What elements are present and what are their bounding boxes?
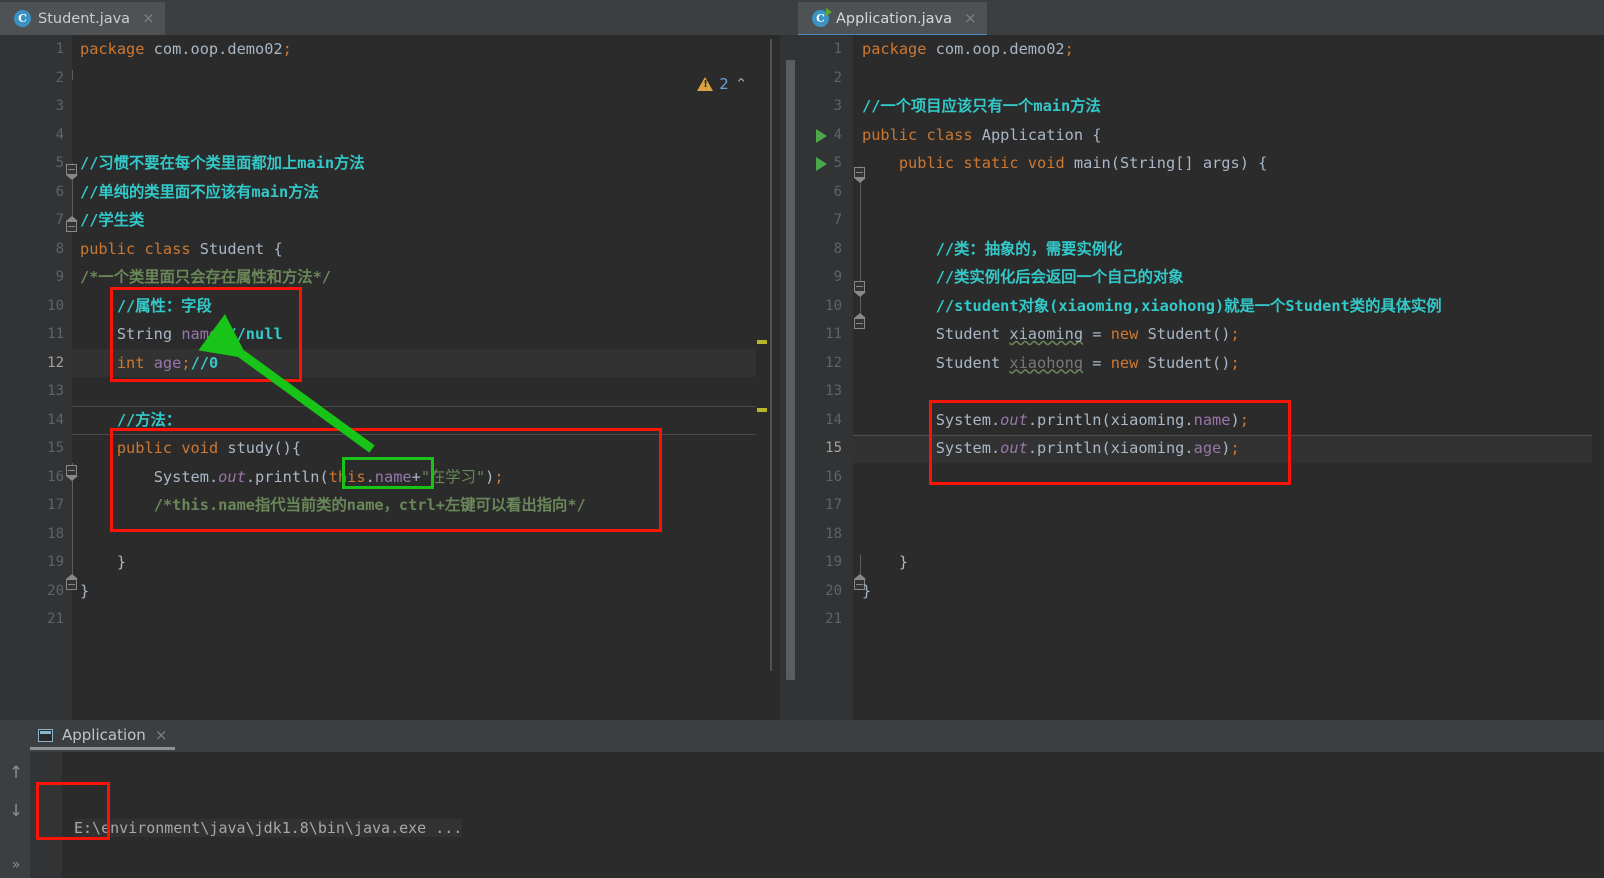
code-line: } xyxy=(862,553,909,571)
code-line: System.out.println(this.name+"在学习"); xyxy=(153,467,504,486)
code-line: int age;//0 xyxy=(116,353,219,372)
console-tab-label: Application xyxy=(62,726,146,744)
editor-pane-application[interactable]: 1 2 3 4 5 6 7 8 9 10 11 12 13 14 15 16 17 18 19 20 21 packag… xyxy=(780,35,1604,720)
code-line: //类实例化后会返回一个自己的对象 xyxy=(935,268,1184,286)
code-content-right[interactable]: package com.oop.demo02; //一个项目应该只有一个main方… xyxy=(780,35,1604,720)
scroll-up-button[interactable]: ↑ xyxy=(7,764,25,782)
more-button[interactable]: » xyxy=(7,856,25,874)
code-line: package com.oop.demo02; xyxy=(80,40,292,58)
warning-marker[interactable] xyxy=(757,408,767,412)
scroll-down-button[interactable]: ↓ xyxy=(7,802,25,820)
warning-triangle-icon xyxy=(697,77,714,91)
code-line: public void study(){ xyxy=(116,439,302,457)
console-lines: E:\environment\java\jdk1.8\bin\java.exe … xyxy=(74,758,463,878)
code-line: public class Application { xyxy=(862,125,1102,144)
code-line: Student xiaoming = new Student(); xyxy=(935,325,1240,343)
console-side-toolbar: ↑ ↓ » xyxy=(0,752,30,878)
code-line: public static void main(String[] args) { xyxy=(898,154,1268,172)
vertical-scrollbar-right[interactable] xyxy=(786,60,795,680)
run-tool-window: Application × ↑ ↓ » E:\environment\java\… xyxy=(0,720,1604,878)
java-class-icon: C xyxy=(14,10,31,27)
code-line: package com.oop.demo02; xyxy=(862,40,1074,58)
close-icon[interactable]: × xyxy=(964,11,977,26)
code-line: //方法： xyxy=(116,410,182,429)
tab-student-java[interactable]: C Student.java × xyxy=(0,2,165,35)
code-line: //习惯不要在每个类里面都加上main方法 xyxy=(80,154,365,172)
console-output-area[interactable]: E:\environment\java\jdk1.8\bin\java.exe … xyxy=(30,752,1604,878)
chevron-up-icon[interactable]: ⌃ xyxy=(735,76,748,92)
code-line: } xyxy=(862,581,872,600)
ide-window: C Student.java × C Application.java × 12… xyxy=(0,0,1604,878)
code-line: } xyxy=(80,581,90,600)
editor-tabbar-right: C Application.java × xyxy=(780,0,1604,37)
code-line: //类：抽象的，需要实例化 xyxy=(935,239,1123,258)
marker-bar-left xyxy=(756,35,768,720)
code-line: Student xiaohong = new Student(); xyxy=(935,353,1240,372)
warning-marker[interactable] xyxy=(757,340,767,344)
code-line: //一个项目应该只有一个main方法 xyxy=(862,97,1101,115)
console-gutter xyxy=(30,752,62,878)
console-tabbar: Application × xyxy=(0,720,1604,752)
code-line: //student对象(xiaoming,xiaohong)就是一个Studen… xyxy=(935,296,1442,315)
marker-bar-right xyxy=(1592,35,1604,720)
code-line: String name;//null xyxy=(116,325,283,343)
editor-tabbar-left: C Student.java × xyxy=(0,0,780,35)
code-line: public class Student { xyxy=(80,239,283,258)
java-class-runnable-icon: C xyxy=(812,8,832,27)
close-icon[interactable]: × xyxy=(142,11,155,26)
pane-divider xyxy=(772,35,780,720)
editor-pane-student[interactable]: 1 2 3 4 5 6 7 8 9 10 11 12 13 14 15 16 17 18 19 20 21 packag… xyxy=(0,35,780,720)
tab-label: Student.java xyxy=(38,10,131,27)
code-line: //单纯的类里面不应该有main方法 xyxy=(80,182,319,201)
inspection-count: 2 xyxy=(719,75,729,93)
code-line: /*一个类里面只会存在属性和方法*/ xyxy=(80,268,331,286)
tab-label: Application.java xyxy=(836,10,953,27)
tab-application-java[interactable]: C Application.java × xyxy=(798,2,987,37)
code-line: } xyxy=(80,553,127,571)
code-line: System.out.println(xiaoming.name); xyxy=(935,410,1249,429)
console-command-line: E:\environment\java\jdk1.8\bin\java.exe … xyxy=(74,819,463,837)
code-line: /*this.name指代当前类的name，ctrl+左键可以看出指向*/ xyxy=(153,496,586,514)
code-line: //学生类 xyxy=(80,211,145,229)
console-window-icon xyxy=(38,728,53,742)
code-content-left[interactable]: package com.oop.demo02; //习惯不要在每个类里面都加上ma… xyxy=(0,35,780,720)
code-line: System.out.println(xiaoming.age); xyxy=(935,439,1240,457)
close-icon[interactable]: × xyxy=(155,726,168,744)
code-line: //属性：字段 xyxy=(116,296,212,315)
console-tab-application[interactable]: Application × xyxy=(30,720,176,750)
